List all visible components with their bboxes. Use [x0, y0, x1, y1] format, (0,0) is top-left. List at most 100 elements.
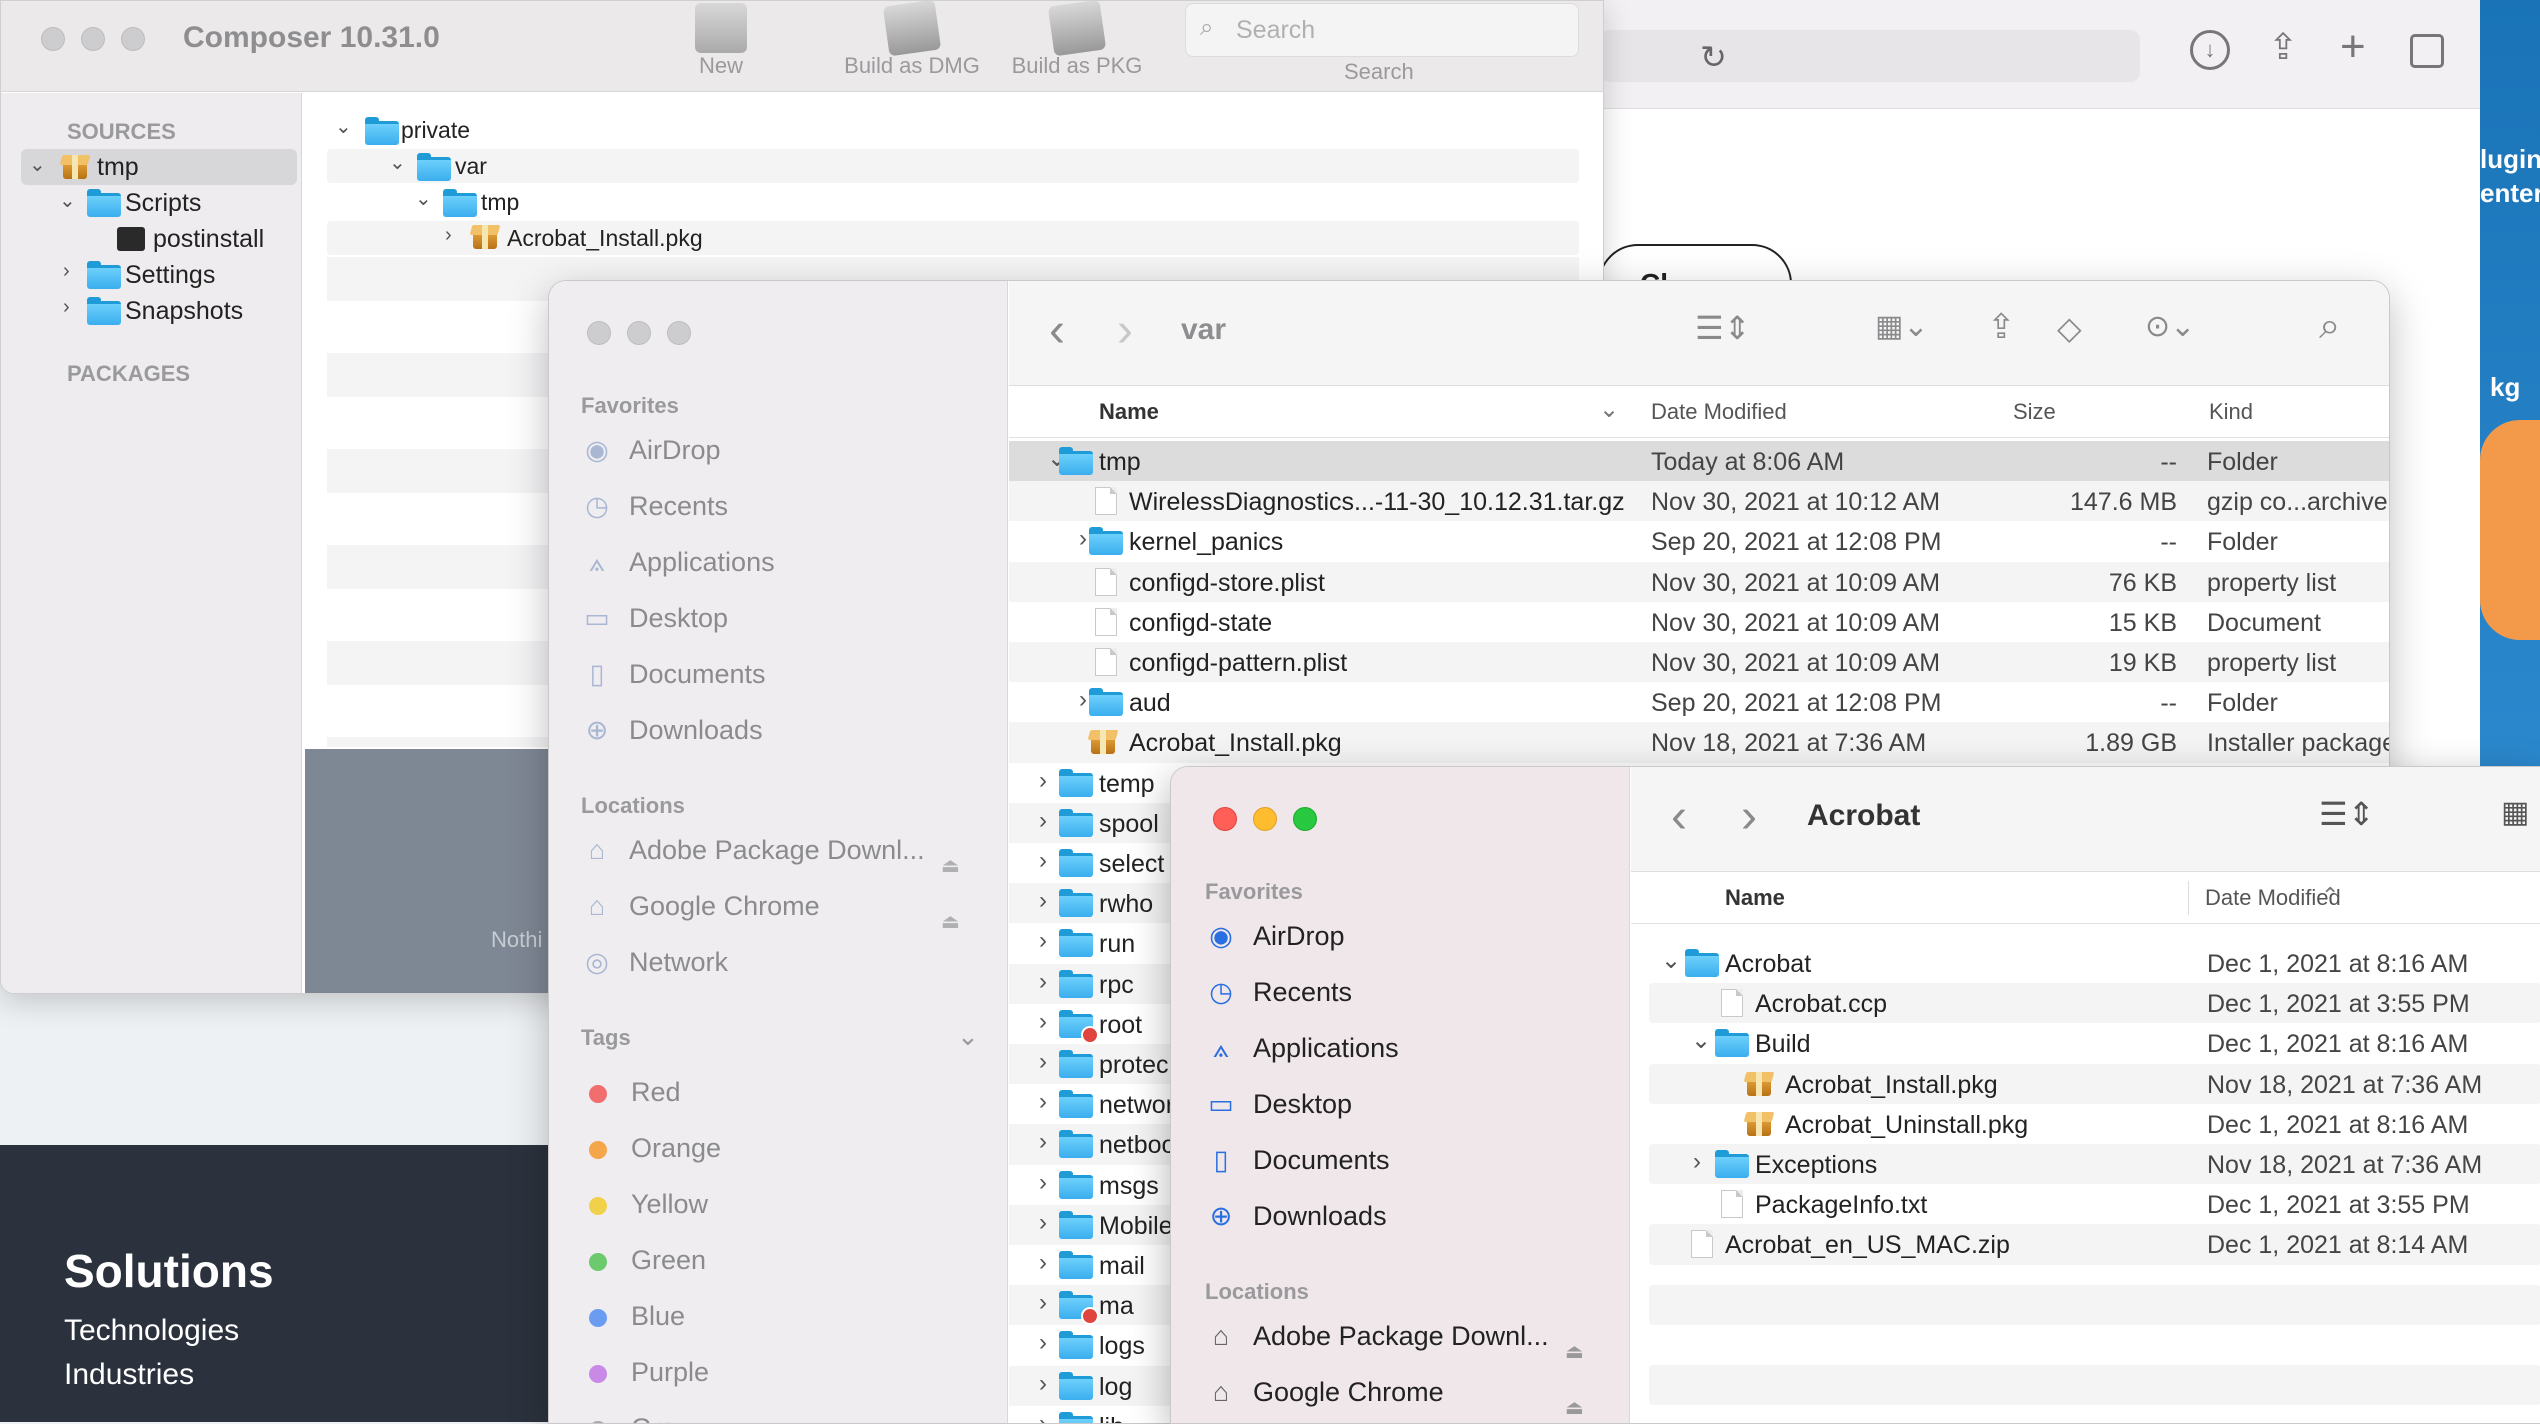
sidebar-item-documents[interactable]: ▯ Documents [1205, 1145, 1390, 1176]
share-icon[interactable]: ⇪ [2268, 26, 2298, 68]
sidebar-item-google-chrome[interactable]: ⌂ Google Chrome [581, 891, 820, 922]
chevron-right-icon[interactable]: › [1039, 969, 1047, 994]
sidebar-item-adobe-package[interactable]: ⌂ Adobe Package Downl... [1205, 1321, 1549, 1352]
close-button[interactable] [587, 321, 611, 345]
tag-icon[interactable]: ◇ [2057, 309, 2082, 347]
chevron-right-icon[interactable]: › [1079, 688, 1087, 712]
zoom-button[interactable] [1293, 807, 1317, 831]
chevron-down-icon[interactable]: ⌄ [29, 155, 46, 175]
chevron-right-icon[interactable]: › [1079, 527, 1087, 551]
forward-icon[interactable]: › [1741, 789, 1757, 844]
chevron-down-icon[interactable]: ⌄ [1661, 949, 1681, 973]
more-actions-icon[interactable]: ⊙⌄ [2145, 309, 2195, 344]
footer-industries-link[interactable]: Industries [64, 1358, 194, 1392]
eject-icon[interactable]: ⏏ [1565, 1395, 1584, 1420]
sidebar-item-desktop[interactable]: ▭ Desktop [1205, 1089, 1352, 1120]
sidebar-tag-green[interactable]: Green [581, 1245, 706, 1276]
sidebar-tag-blue[interactable]: Blue [581, 1301, 685, 1332]
content-row[interactable] [327, 149, 1579, 183]
chevron-right-icon[interactable]: › [1039, 1411, 1047, 1423]
grid-view-icon[interactable]: ▦⌄ [1875, 309, 1928, 344]
chevron-right-icon[interactable]: › [1039, 1009, 1047, 1034]
sidebar-item-documents[interactable]: ▯ Documents [581, 659, 766, 690]
sidebar-tag-red[interactable]: Red [581, 1077, 681, 1108]
chevron-right-icon[interactable]: › [1039, 1251, 1047, 1275]
sidebar-item-recents[interactable]: ◷ Recents [1205, 977, 1352, 1008]
column-name[interactable]: Name [1099, 399, 1159, 425]
chevron-down-icon[interactable]: ⌄ [1691, 1029, 1711, 1053]
minimize-button[interactable] [81, 27, 105, 51]
column-kind[interactable]: Kind [2209, 399, 2253, 425]
footer-technologies-link[interactable]: Technologies [64, 1314, 239, 1348]
download-icon[interactable]: ↓ [2190, 30, 2230, 70]
list-view-icon[interactable]: ☰⇕ [1695, 309, 1751, 347]
chevron-right-icon[interactable]: › [1039, 1170, 1047, 1195]
sidebar-item-adobe-package[interactable]: ⌂ Adobe Package Downl... [581, 835, 925, 866]
build-dmg-button[interactable]: Build as DMG [837, 1, 987, 87]
close-button[interactable] [1213, 807, 1237, 831]
sidebar-item-downloads[interactable]: ⊕ Downloads [1205, 1201, 1387, 1232]
eject-icon[interactable]: ⏏ [941, 909, 960, 934]
eject-icon[interactable]: ⏏ [1565, 1339, 1584, 1364]
new-button[interactable]: New [681, 1, 761, 87]
chevron-right-icon[interactable]: › [445, 225, 452, 245]
chevron-right-icon[interactable]: › [1039, 929, 1047, 953]
sidebar-item-recents[interactable]: ◷ Recents [581, 491, 728, 522]
list-view-icon[interactable]: ☰⇕ [2319, 795, 2375, 833]
chevron-right-icon[interactable]: › [1039, 1090, 1047, 1114]
search-field[interactable]: ⌕ Search [1185, 3, 1579, 57]
chevron-right-icon[interactable]: › [1039, 1291, 1047, 1315]
chevron-right-icon[interactable]: › [1693, 1150, 1701, 1174]
content-row[interactable] [327, 113, 1579, 147]
sidebar-tag-purple[interactable]: Purple [581, 1357, 709, 1388]
chevron-down-icon[interactable]: ⌄ [389, 153, 406, 173]
sidebar-item-snapshots[interactable]: Snapshots [125, 297, 243, 326]
sidebar-item-google-chrome[interactable]: ⌂ Google Chrome [1205, 1377, 1444, 1408]
chevron-right-icon[interactable]: › [63, 261, 70, 281]
chevron-right-icon[interactable]: › [1039, 768, 1047, 793]
zoom-button[interactable] [121, 27, 145, 51]
sidebar-tag-orange[interactable]: Orange [581, 1133, 721, 1164]
chevron-right-icon[interactable]: › [1039, 1371, 1047, 1396]
minimize-button[interactable] [627, 321, 651, 345]
minimize-button[interactable] [1253, 807, 1277, 831]
zoom-button[interactable] [667, 321, 691, 345]
sidebar-item-downloads[interactable]: ⊕ Downloads [581, 715, 763, 746]
tabs-overview-icon[interactable] [2410, 34, 2444, 68]
sidebar-item-airdrop[interactable]: ◉ AirDrop [581, 435, 720, 466]
sort-chevron-icon[interactable]: ⌄ [1599, 395, 1619, 424]
sidebar-item-postinstall[interactable]: postinstall [153, 225, 264, 254]
tags-collapse-icon[interactable]: ⌄ [957, 1021, 979, 1052]
chevron-right-icon[interactable]: › [1039, 849, 1047, 873]
search-icon[interactable]: ⌕ [2319, 305, 2340, 348]
chevron-right-icon[interactable]: › [1039, 1130, 1047, 1154]
reload-icon[interactable]: ↻ [1700, 38, 1727, 76]
sidebar-item-desktop[interactable]: ▭ Desktop [581, 603, 728, 634]
sidebar-item-scripts[interactable]: Scripts [125, 189, 201, 218]
column-date[interactable]: Date Modified [2205, 885, 2341, 911]
close-button[interactable] [41, 27, 65, 51]
sidebar-item-settings[interactable]: Settings [125, 261, 215, 290]
address-bar[interactable] [1600, 30, 2140, 82]
chevron-right-icon[interactable]: › [63, 297, 70, 317]
back-icon[interactable]: ‹ [1049, 303, 1065, 358]
sidebar-tag-yellow[interactable]: Yellow [581, 1189, 708, 1220]
eject-icon[interactable]: ⏏ [941, 853, 960, 878]
chevron-right-icon[interactable]: › [1039, 808, 1047, 833]
chevron-right-icon[interactable]: › [1039, 1050, 1047, 1074]
sidebar-item-applications[interactable]: ⟑ Applications [1205, 1033, 1399, 1065]
column-name[interactable]: Name [1725, 885, 1785, 911]
chevron-right-icon[interactable]: › [1039, 889, 1047, 913]
sidebar-tag-gray[interactable]: Gray [581, 1413, 690, 1423]
new-tab-icon[interactable]: + [2340, 22, 2366, 72]
build-pkg-button[interactable]: Build as PKG [1005, 1, 1149, 87]
column-size[interactable]: Size [2013, 399, 2056, 425]
chevron-right-icon[interactable]: › [1039, 1331, 1047, 1355]
chevron-right-icon[interactable]: › [1039, 1210, 1047, 1235]
chevron-down-icon[interactable]: ⌄ [335, 117, 352, 137]
sidebar-item-airdrop[interactable]: ◉ AirDrop [1205, 921, 1344, 952]
chevron-down-icon[interactable]: ⌄ [59, 191, 76, 211]
sidebar-item-network[interactable]: ◎ Network [581, 947, 728, 978]
column-date[interactable]: Date Modified [1651, 399, 1787, 425]
sidebar-item-applications[interactable]: ⟑ Applications [581, 547, 775, 579]
